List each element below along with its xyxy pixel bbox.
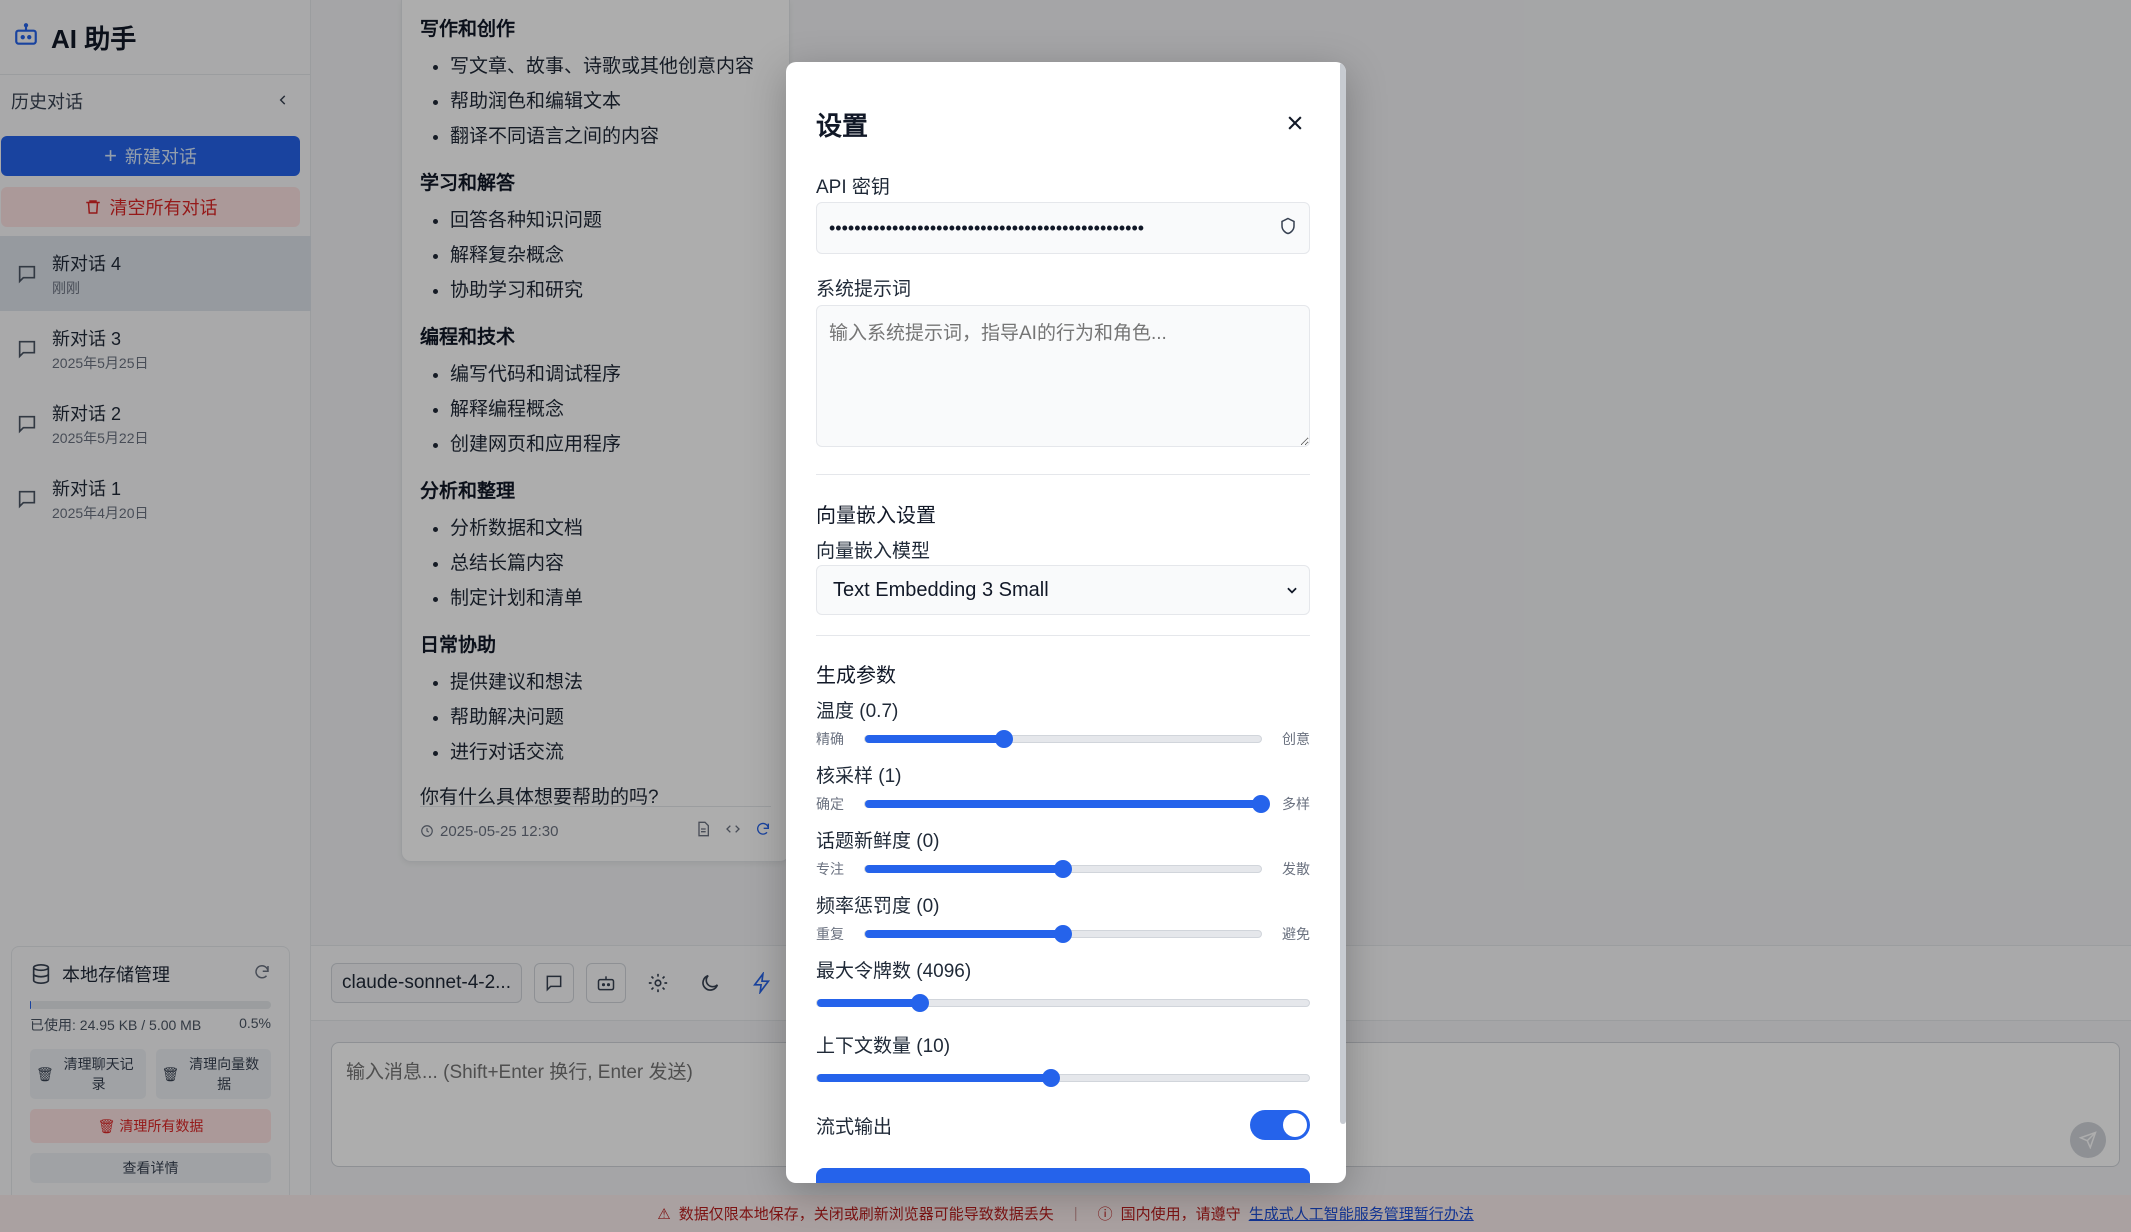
- divider: [816, 635, 1310, 636]
- slider-track[interactable]: [864, 795, 1270, 813]
- slider-track[interactable]: [864, 860, 1262, 878]
- divider: [816, 474, 1310, 475]
- slider-track[interactable]: [816, 1069, 1310, 1087]
- presence-penalty-slider: 话题新鲜度 (0) 专注 发散: [816, 831, 1310, 878]
- settings-title: 设置: [816, 111, 869, 141]
- slider-thumb[interactable]: [1054, 860, 1072, 878]
- temperature-slider: 温度 (0.7) 精确 创意: [816, 701, 1310, 748]
- close-icon: [1288, 116, 1302, 130]
- embedding-model-label: 向量嵌入模型: [816, 541, 931, 562]
- slider-thumb[interactable]: [911, 994, 930, 1012]
- stream-output-row: 流式输出: [816, 1110, 1310, 1140]
- context-count-slider: 上下文数量 (10): [816, 1031, 1310, 1088]
- slider-thumb[interactable]: [994, 730, 1013, 748]
- api-key-value: ••••••••••••••••••••••••••••••••••••••••…: [829, 217, 1145, 238]
- chevron-down-icon: [1287, 587, 1297, 594]
- settings-modal: 设置 API 密钥 ••••••••••••••••••••••••••••••…: [786, 62, 1346, 1183]
- slider-track[interactable]: [864, 730, 1262, 748]
- frequency-penalty-slider: 频率惩罚度 (0) 重复 避免: [816, 896, 1310, 943]
- slider-track[interactable]: [816, 994, 1310, 1012]
- stream-output-label: 流式输出: [816, 1116, 893, 1138]
- api-key-input[interactable]: ••••••••••••••••••••••••••••••••••••••••…: [816, 202, 1310, 254]
- shield-icon[interactable]: [1279, 217, 1297, 240]
- embedding-model-select[interactable]: Text Embedding 3 Small: [816, 565, 1310, 615]
- top-p-slider: 核采样 (1) 确定 多样: [816, 766, 1310, 813]
- api-key-label: API 密钥: [816, 177, 890, 198]
- modal-scrollbar[interactable]: [1340, 62, 1346, 1124]
- slider-thumb[interactable]: [1252, 795, 1270, 813]
- slider-thumb[interactable]: [1054, 925, 1072, 943]
- stream-output-toggle[interactable]: [1250, 1110, 1310, 1140]
- save-settings-button[interactable]: [816, 1168, 1310, 1183]
- generation-section-title: 生成参数: [816, 665, 896, 687]
- close-button[interactable]: [1280, 108, 1310, 138]
- embedding-section-title: 向量嵌入设置: [816, 505, 936, 527]
- system-prompt-input[interactable]: [816, 305, 1310, 447]
- max-tokens-slider: 最大令牌数 (4096): [816, 956, 1310, 1013]
- slider-track[interactable]: [864, 925, 1262, 943]
- slider-thumb[interactable]: [1041, 1069, 1060, 1087]
- system-prompt-label: 系统提示词: [816, 279, 912, 300]
